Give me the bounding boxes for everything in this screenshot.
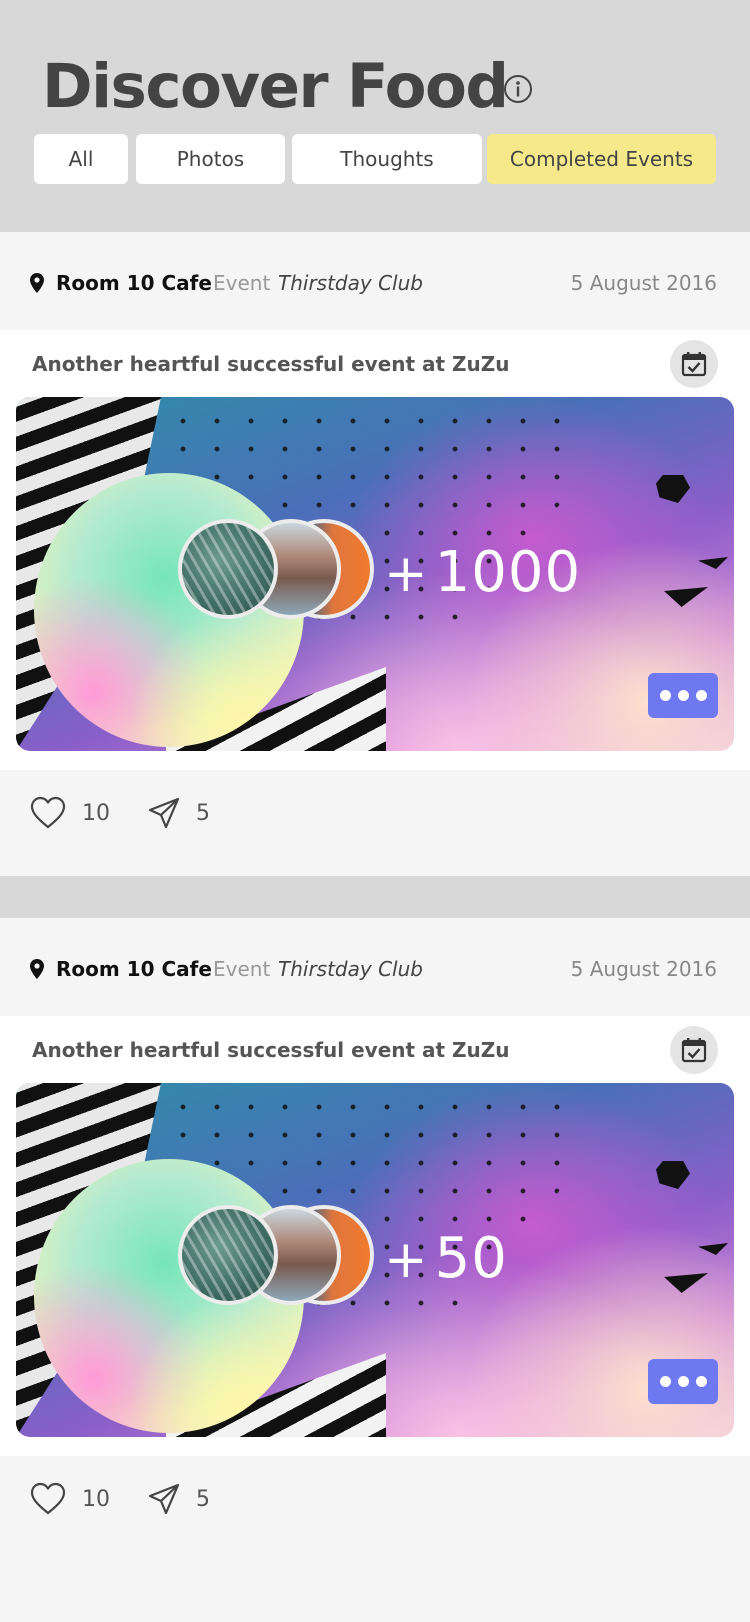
post-date: 5 August 2016: [570, 957, 717, 981]
attendee-avatar: [178, 519, 278, 619]
post-meta-row: Room 10 Cafe Event Thirstday Club 5 Augu…: [0, 232, 750, 330]
calendar-check-button[interactable]: [670, 340, 718, 388]
more-options-button[interactable]: [648, 673, 718, 718]
tab-photos[interactable]: Photos: [136, 134, 285, 184]
dot: [677, 690, 689, 701]
header: Discover Food All Photos Thoughts Comple…: [0, 0, 750, 232]
heart-icon[interactable]: [30, 796, 66, 830]
post-meta-row: Room 10 Cafe Event Thirstday Club 5 Augu…: [0, 918, 750, 1016]
send-icon[interactable]: [148, 797, 180, 829]
location-pin-icon: [30, 273, 44, 293]
like-count: 10: [82, 801, 110, 826]
dot: [659, 690, 671, 701]
more-options-button[interactable]: [648, 1359, 718, 1404]
tab-completed-events[interactable]: Completed Events: [487, 134, 716, 184]
feed-divider: [0, 876, 750, 918]
dot: [659, 1376, 671, 1387]
share-count: 5: [196, 801, 210, 826]
location-pin-icon: [30, 959, 44, 979]
attendee-count: +50: [384, 1226, 508, 1291]
event-name[interactable]: Thirstday Club: [278, 956, 423, 982]
share-count: 5: [196, 1487, 210, 1512]
event-name[interactable]: Thirstday Club: [278, 270, 423, 296]
event-photo[interactable]: +1000: [16, 397, 734, 751]
post-caption: Another heartful successful event at ZuZ…: [32, 352, 510, 376]
heart-icon[interactable]: [30, 1482, 66, 1516]
calendar-check-icon: [681, 1038, 707, 1063]
post-actions: 10 5: [0, 1456, 750, 1564]
venue-name[interactable]: Room 10 Cafe: [56, 956, 212, 982]
dot: [677, 1376, 689, 1387]
tab-all[interactable]: All: [34, 134, 128, 184]
event-photo[interactable]: +50: [16, 1083, 734, 1437]
post-caption: Another heartful successful event at ZuZ…: [32, 1038, 510, 1062]
calendar-check-icon: [681, 352, 707, 377]
tab-thoughts[interactable]: Thoughts: [292, 134, 482, 184]
post-body: Another heartful successful event at ZuZ…: [0, 1016, 750, 1456]
post-body: Another heartful successful event at ZuZ…: [0, 330, 750, 770]
page-title: Discover Food: [42, 51, 509, 122]
post-date: 5 August 2016: [570, 271, 717, 295]
info-icon[interactable]: [503, 74, 533, 104]
dot: [695, 1376, 707, 1387]
dot: [695, 690, 707, 701]
attendee-avatar: [178, 1205, 278, 1305]
send-icon[interactable]: [148, 1483, 180, 1515]
event-post-card: Room 10 Cafe Event Thirstday Club 5 Augu…: [0, 918, 750, 1622]
venue-name[interactable]: Room 10 Cafe: [56, 270, 212, 296]
calendar-check-button[interactable]: [670, 1026, 718, 1074]
like-count: 10: [82, 1487, 110, 1512]
event-label: Event: [213, 271, 271, 295]
attendee-count: +1000: [384, 540, 582, 605]
event-label: Event: [213, 957, 271, 981]
post-actions: 10 5: [0, 770, 750, 878]
event-post-card: Room 10 Cafe Event Thirstday Club 5 Augu…: [0, 232, 750, 878]
